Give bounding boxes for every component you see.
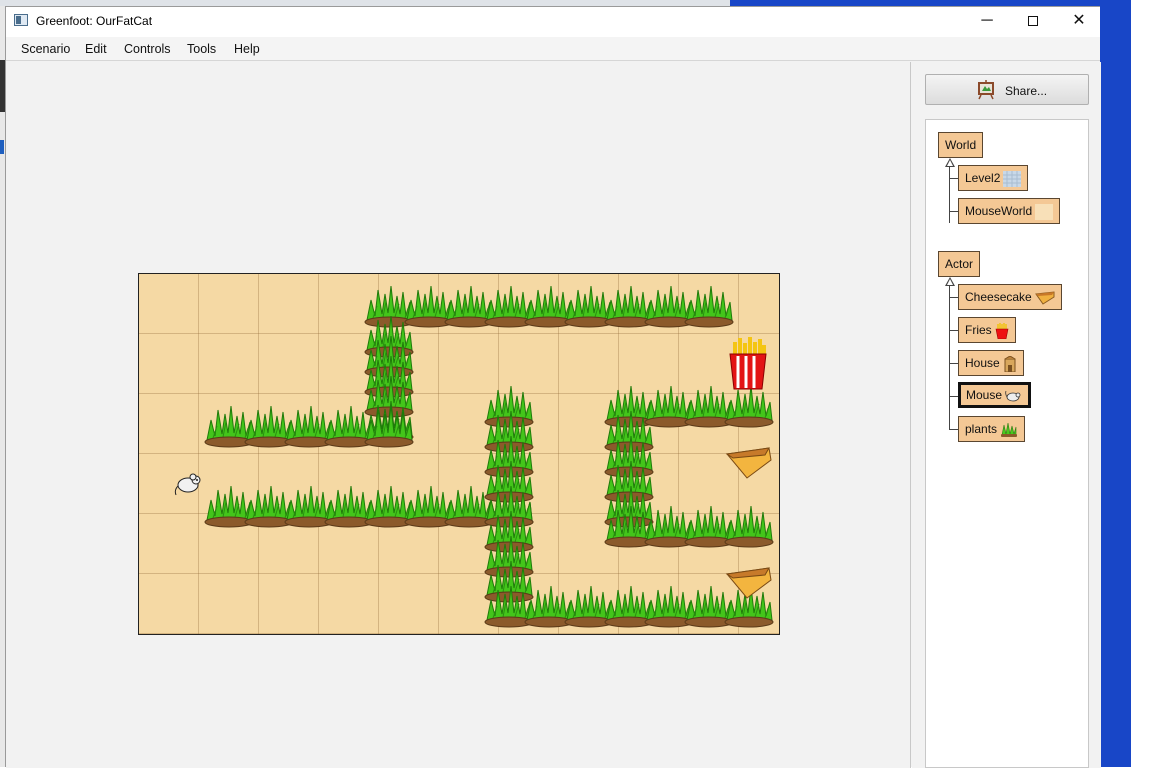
menu-tools[interactable]: Tools (187, 42, 216, 56)
maximize-icon (1028, 15, 1038, 26)
class-world[interactable]: World (938, 132, 984, 158)
tree-line (949, 363, 958, 364)
tree-line (949, 285, 950, 430)
world-canvas[interactable] (138, 273, 780, 635)
cheesecake-icon (1034, 291, 1055, 305)
mouse-actor[interactable] (174, 470, 204, 499)
app-icon (14, 14, 28, 26)
background-window-edge (1131, 0, 1152, 767)
inherit-arrow-actor (945, 277, 955, 286)
tree-line (949, 396, 958, 397)
plant-actor[interactable] (723, 504, 775, 551)
class-level2[interactable]: Level2 (958, 165, 1029, 191)
menu-bar: Scenario Edit Controls Tools Help (6, 37, 1100, 61)
easel-icon (978, 80, 994, 100)
close-button[interactable]: ✕ (1056, 7, 1102, 37)
class-fries[interactable]: Fries (958, 317, 1016, 343)
tree-line (949, 166, 950, 223)
cheesecake-actor[interactable] (725, 566, 773, 603)
class-fries-label: Fries (965, 323, 992, 337)
plant-actor[interactable] (683, 284, 735, 331)
class-actor-label: Actor (945, 257, 974, 271)
class-level2-label: Level2 (965, 171, 1001, 185)
inherit-arrow-world (945, 158, 955, 167)
background-window-left-blue (0, 140, 4, 154)
cheesecake-actor[interactable] (725, 446, 773, 483)
tree-line (949, 429, 958, 430)
minimize-button[interactable]: ─ (964, 7, 1010, 37)
menu-help[interactable]: Help (234, 42, 260, 56)
class-house[interactable]: House (958, 350, 1024, 376)
class-cheesecake[interactable]: Cheesecake (958, 284, 1062, 310)
title-bar[interactable]: Greenfoot: OurFatCat ─ ✕ (6, 7, 1100, 37)
class-mouseworld[interactable]: MouseWorld (958, 198, 1061, 224)
menu-edit[interactable]: Edit (85, 42, 107, 56)
house-icon (1004, 355, 1016, 372)
share-label: Share... (1005, 84, 1048, 98)
world-panel (6, 62, 911, 768)
class-plants[interactable]: plants (958, 416, 1026, 442)
fries-actor[interactable] (726, 336, 770, 393)
plant-actor[interactable] (363, 404, 415, 451)
maximize-button[interactable] (1010, 7, 1056, 37)
class-mouse[interactable]: Mouse (958, 382, 1032, 408)
tree-line (949, 297, 958, 298)
mouse-icon (1005, 390, 1021, 402)
class-diagram: World Level2 MouseWorld Actor Cheesecake… (925, 119, 1089, 768)
class-mouse-label: Mouse (966, 388, 1003, 402)
class-cheesecake-label: Cheesecake (965, 290, 1032, 304)
class-house-label: House (965, 356, 1000, 370)
class-world-label: World (945, 138, 977, 152)
share-button[interactable]: Share... (925, 74, 1089, 105)
mouseworld-image-icon (1035, 203, 1054, 220)
class-mouseworld-label: MouseWorld (965, 204, 1033, 218)
plant-icon (1001, 422, 1018, 437)
fries-icon (995, 322, 1009, 339)
class-plants-label: plants (965, 422, 998, 436)
greenfoot-window: Greenfoot: OurFatCat ─ ✕ Scenario Edit C… (5, 6, 1101, 768)
class-actor[interactable]: Actor (938, 251, 981, 277)
tree-line (949, 178, 958, 179)
tree-line (949, 211, 958, 212)
menu-controls[interactable]: Controls (124, 42, 171, 56)
level2-image-icon (1003, 170, 1022, 187)
window-title: Greenfoot: OurFatCat (36, 14, 153, 28)
side-panel: Share... World Level2 MouseWorld Actor C… (912, 62, 1101, 768)
menu-scenario[interactable]: Scenario (21, 42, 70, 56)
tree-line (949, 330, 958, 331)
